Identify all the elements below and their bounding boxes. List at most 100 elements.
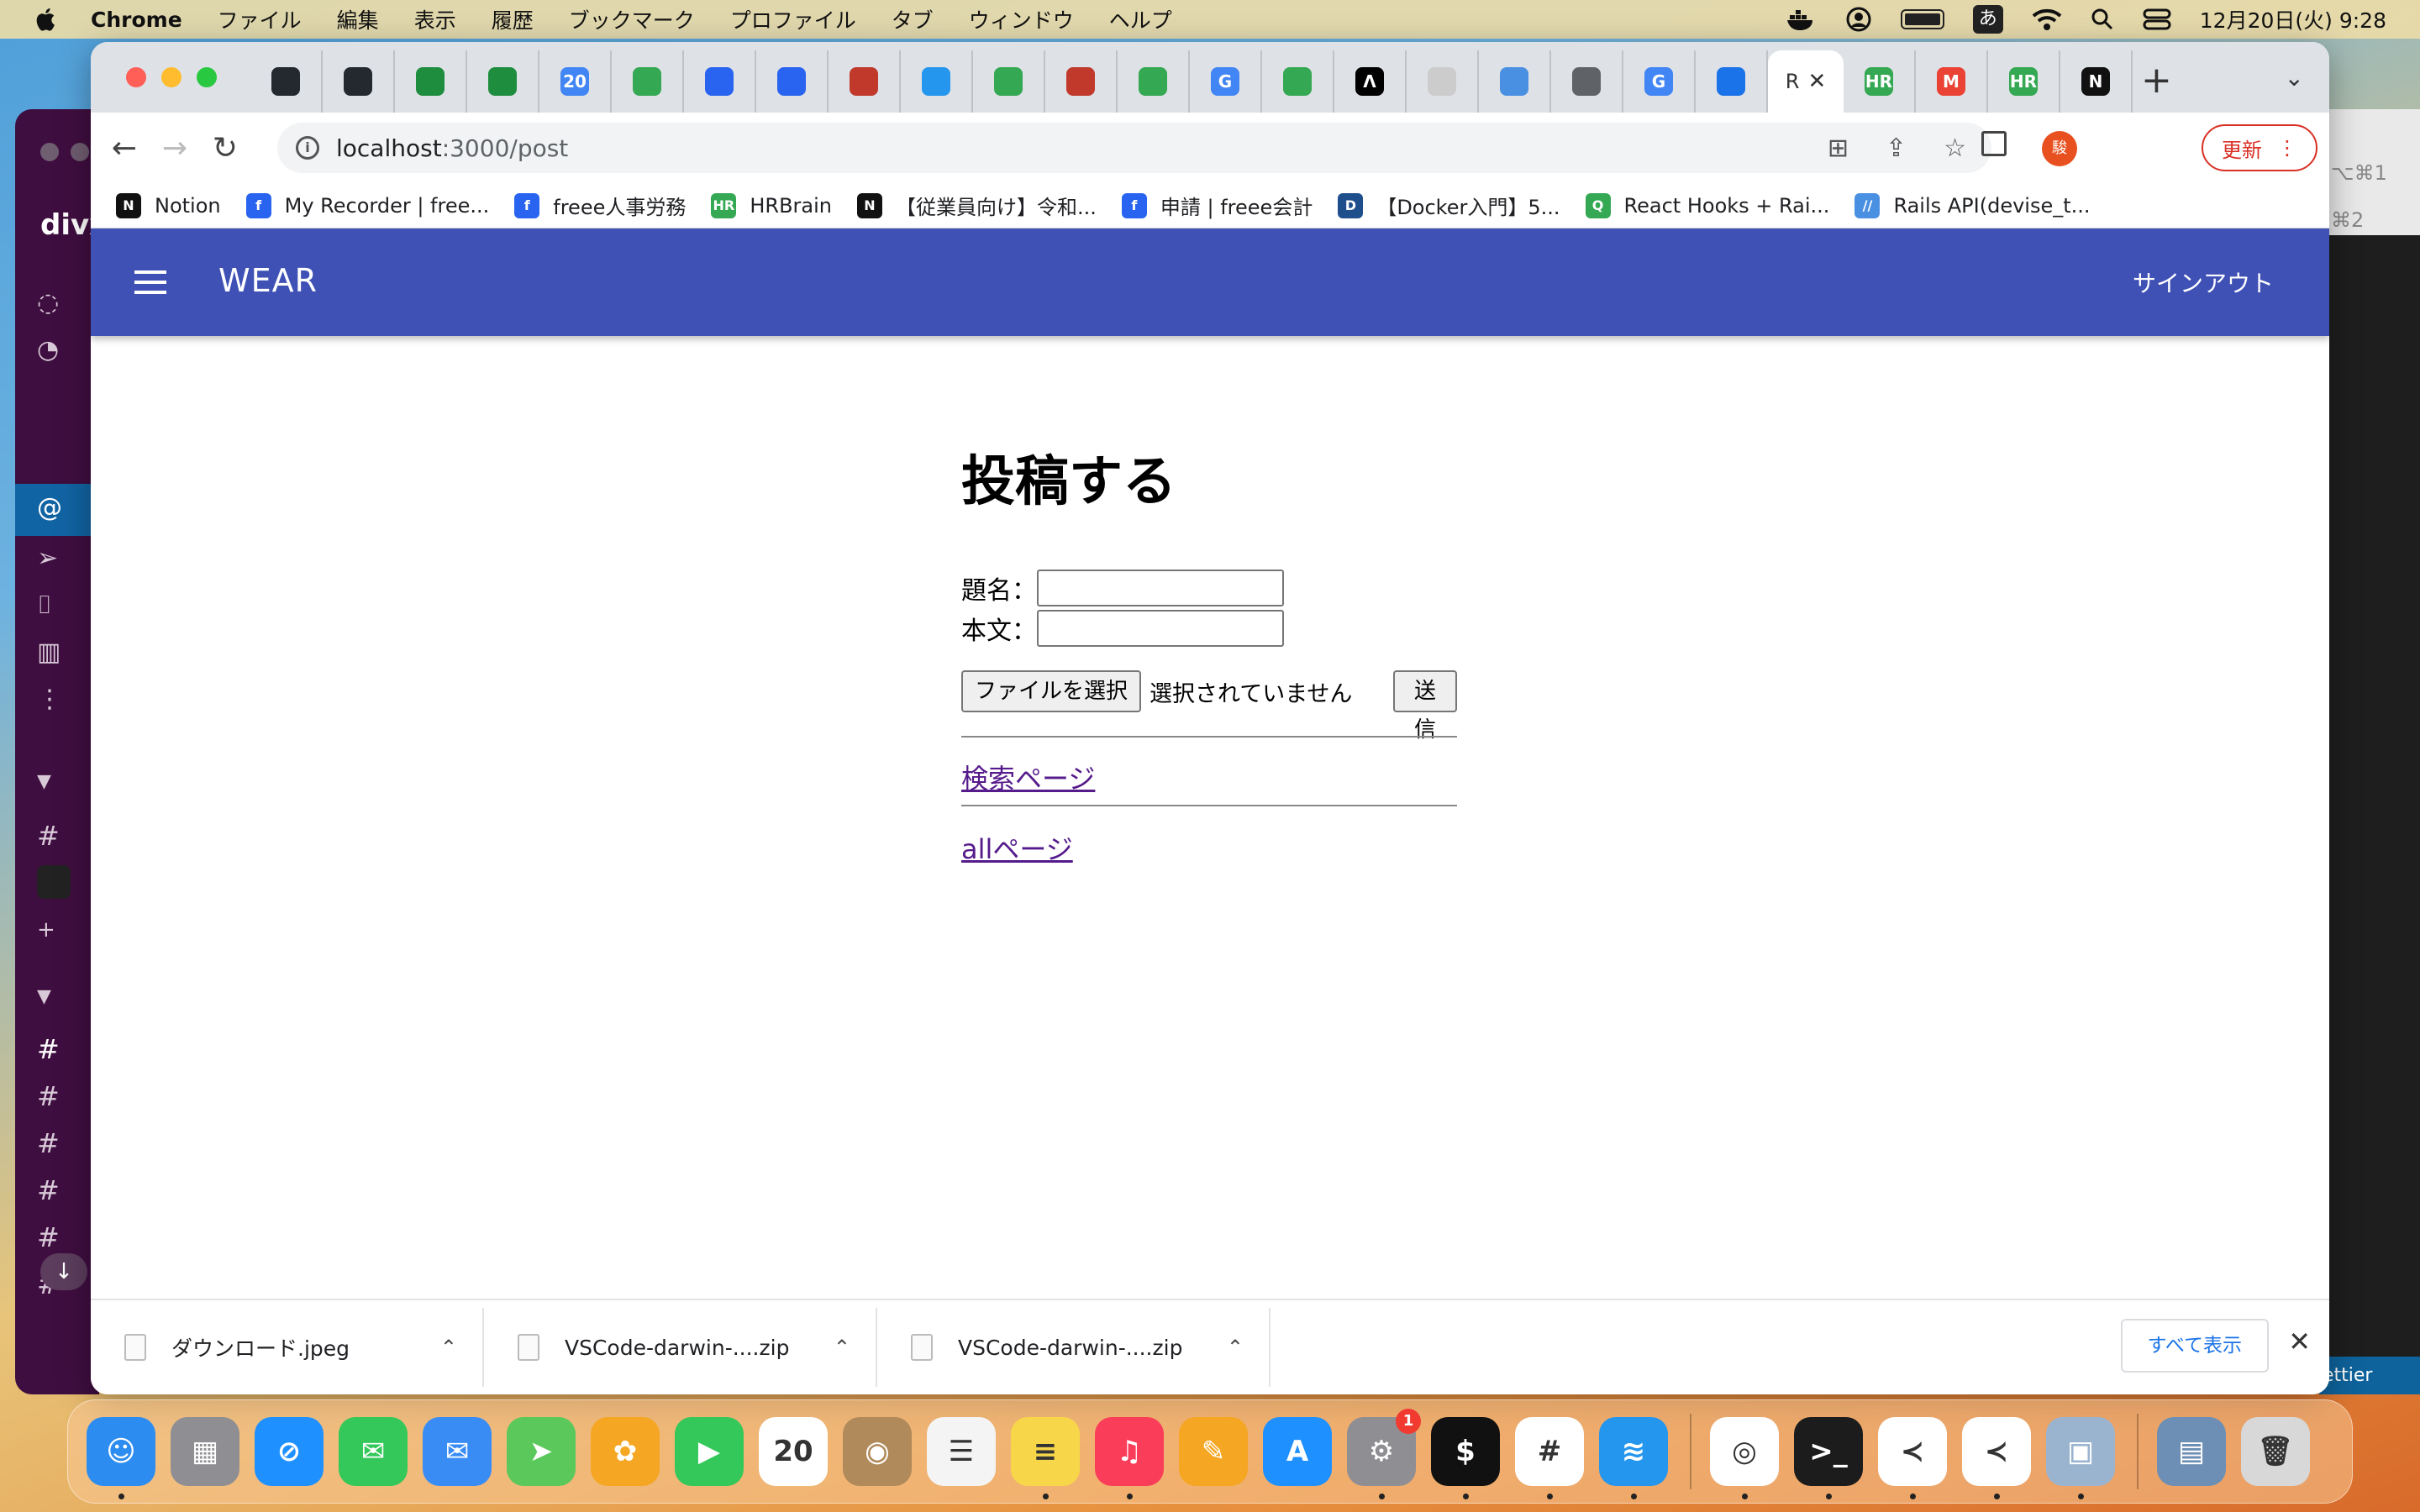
reminders-icon[interactable]: ☰ <box>927 1417 996 1486</box>
threads-icon[interactable]: ◌ <box>37 289 66 318</box>
menu-profiles[interactable]: プロファイル <box>730 4 856 34</box>
browser-tab[interactable]: Λ <box>1334 50 1407 113</box>
bookmark-item[interactable]: f 申請 | freee会計 <box>1121 191 1313 220</box>
mentions-icon[interactable]: @ <box>37 494 66 522</box>
minimize-window-button[interactable] <box>161 67 182 87</box>
menu-view[interactable]: 表示 <box>414 4 456 34</box>
bookmark-item[interactable]: Q React Hooks + Rai... <box>1585 192 1829 218</box>
back-arrow-icon[interactable]: ← <box>108 131 141 165</box>
search-page-link[interactable]: 検索ページ <box>961 758 1095 796</box>
finder-icon[interactable]: ☺ <box>87 1417 155 1499</box>
close-window-button[interactable] <box>126 67 146 87</box>
browser-tab[interactable]: HR <box>1844 50 1916 113</box>
safari-icon[interactable]: ⊘ <box>255 1417 324 1486</box>
new-tab-button[interactable]: + <box>2141 59 2172 102</box>
slack-connect-icon[interactable]: ▥ <box>37 638 66 667</box>
bookmark-star-icon[interactable]: ☆ <box>1944 134 1966 163</box>
browser-tab[interactable]: 20 <box>539 50 612 113</box>
menu-help[interactable]: ヘルプ <box>1109 4 1172 34</box>
trash-icon[interactable]: 🗑 <box>2241 1417 2310 1486</box>
browser-tab[interactable] <box>467 50 539 113</box>
close-icon[interactable]: ✕ <box>2288 1326 2311 1357</box>
browser-tab-active[interactable]: R ✕ <box>1768 50 1844 113</box>
bookmark-item[interactable]: f freee人事労務 <box>514 191 686 220</box>
user-account-icon[interactable] <box>1845 6 1872 33</box>
bookmark-item[interactable]: f My Recorder | free... <box>245 192 489 218</box>
menu-edit[interactable]: 編集 <box>337 4 379 34</box>
add-channel-icon[interactable]: + <box>37 917 55 942</box>
browser-tab[interactable]: G <box>1623 50 1696 113</box>
browser-tab[interactable] <box>1551 50 1623 113</box>
notes-icon[interactable]: ≡ <box>1011 1417 1080 1499</box>
slack-icon[interactable]: # <box>1515 1417 1584 1499</box>
side-panel-icon[interactable] <box>1981 131 2007 156</box>
browser-tab[interactable] <box>1407 50 1479 113</box>
launchpad-icon[interactable]: ▦ <box>171 1417 239 1486</box>
browser-tab[interactable] <box>612 50 684 113</box>
browser-tab[interactable] <box>1479 50 1551 113</box>
address-bar[interactable]: i localhost :3000/post ⊞ ⇪ ☆ <box>277 123 1991 173</box>
jump-to-unread-button[interactable]: ↓ <box>40 1253 87 1290</box>
bookmark-item[interactable]: N 【従業員向け】令和... <box>857 191 1097 220</box>
bookmark-item[interactable]: HR HRBrain <box>711 192 832 218</box>
bookmark-item[interactable]: // Rails API(devise_t... <box>1854 192 2091 218</box>
huddles-icon[interactable]: ◔ <box>37 336 66 365</box>
bookmark-item[interactable]: D 【Docker入門】5... <box>1338 191 1560 220</box>
maps-icon[interactable]: ➤ <box>507 1417 576 1486</box>
browser-tab[interactable]: M <box>1916 50 1988 113</box>
choose-file-button[interactable]: ファイルを選択 <box>961 670 1142 712</box>
browser-tab[interactable] <box>1118 50 1190 113</box>
menu-history[interactable]: 履歴 <box>492 4 534 34</box>
title-input[interactable] <box>1037 570 1284 606</box>
spotlight-search-icon[interactable] <box>2091 8 2114 31</box>
zoom-window-button[interactable] <box>197 67 217 87</box>
vscode-icon[interactable]: ≺ <box>1962 1417 2031 1499</box>
reload-icon[interactable]: ↻ <box>208 131 242 165</box>
show-all-downloads-button[interactable]: すべて表示 <box>2120 1319 2269 1373</box>
menu-file[interactable]: ファイル <box>218 4 302 34</box>
terminal-icon[interactable]: >_ <box>1794 1417 1863 1499</box>
downloads-folder-icon[interactable]: ▤ <box>2157 1417 2226 1486</box>
pages-icon[interactable]: ✎ <box>1179 1417 1248 1486</box>
more-icon[interactable]: ⋮ <box>37 685 66 714</box>
browser-tab[interactable] <box>973 50 1045 113</box>
wifi-icon[interactable] <box>2032 8 2062 31</box>
browser-tab[interactable] <box>1045 50 1118 113</box>
saved-items-icon[interactable]: ⌷ <box>37 591 66 620</box>
messages-icon[interactable]: ✉ <box>339 1417 408 1486</box>
channel-hash-icon[interactable]: # <box>37 1221 60 1253</box>
mail-icon[interactable]: ✉ <box>423 1417 492 1486</box>
vscode-icon[interactable]: ≺ <box>1878 1417 1947 1499</box>
menu-window[interactable]: ウィンドウ <box>969 4 1074 34</box>
browser-tab[interactable] <box>250 50 323 113</box>
chevron-up-icon[interactable]: ⌃ <box>834 1336 850 1359</box>
all-page-link[interactable]: allページ <box>961 828 1073 867</box>
download-item[interactable]: VSCode-darwin-....zip ⌃ <box>484 1308 877 1387</box>
dm-avatar[interactable] <box>37 865 71 899</box>
preview-icon[interactable]: ▣ <box>2046 1417 2115 1499</box>
contacts-icon[interactable]: ◉ <box>843 1417 912 1486</box>
browser-tab[interactable]: G <box>1190 50 1262 113</box>
profile-avatar[interactable]: 駿 <box>2042 131 2077 166</box>
forward-arrow-icon[interactable]: → <box>158 131 192 165</box>
facetime-icon[interactable]: ▶ <box>675 1417 744 1486</box>
site-info-icon[interactable]: i <box>296 136 319 160</box>
channel-hash-icon[interactable]: # <box>37 1174 60 1206</box>
bookmark-item[interactable]: N Notion <box>116 192 221 218</box>
browser-tab[interactable] <box>901 50 973 113</box>
calendar-icon[interactable]: 20 <box>759 1417 828 1486</box>
download-item[interactable]: ダウンロード.jpeg ⌃ <box>91 1308 484 1387</box>
menubar-clock[interactable]: 12月20日(火) 9:28 <box>2200 4 2386 34</box>
menu-bookmarks[interactable]: ブックマーク <box>569 4 695 34</box>
control-center-icon[interactable] <box>2143 8 2171 31</box>
app-brand-title[interactable]: WEAR <box>218 262 318 299</box>
close-tab-icon[interactable]: ✕ <box>1807 69 1826 94</box>
submit-button[interactable]: 送信 <box>1393 670 1457 743</box>
channel-hash-icon[interactable]: # <box>37 1080 60 1112</box>
share-icon[interactable]: ⇪ <box>1886 134 1907 163</box>
menu-app-name[interactable]: Chrome <box>91 8 182 32</box>
menu-hamburger-icon[interactable] <box>134 270 166 294</box>
update-chrome-button[interactable]: 更新 ⋮ <box>2202 124 2317 171</box>
browser-tab[interactable] <box>756 50 829 113</box>
docker-icon[interactable]: ≋ <box>1599 1417 1668 1499</box>
